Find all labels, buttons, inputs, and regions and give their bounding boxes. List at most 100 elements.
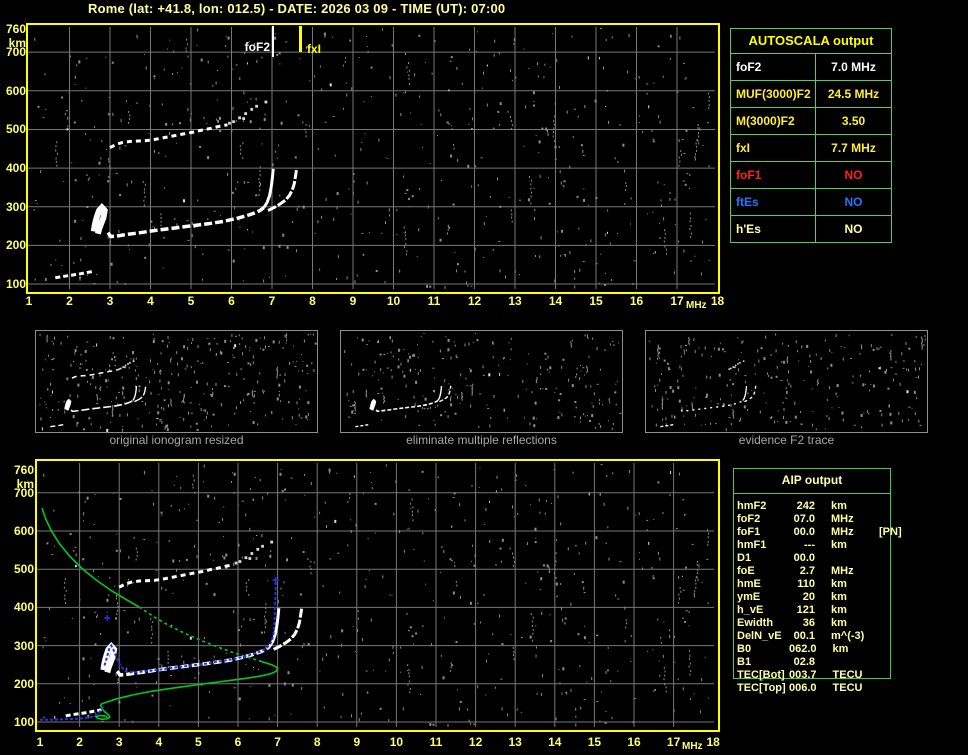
y-axis-unit-bottom: km [16, 477, 34, 491]
y-axis-tick-top: 500 [5, 122, 26, 137]
x-axis-tick-top: 2 [66, 294, 73, 308]
x-axis-tick-bottom: 6 [234, 735, 242, 749]
aip-value: 003.7 [789, 669, 817, 681]
aip-value: --- [804, 539, 815, 551]
autoscala-row-label: MUF(3000)F2 [731, 81, 816, 107]
x-axis-tick-top: 3 [106, 294, 114, 308]
aip-unit: TECU [832, 682, 863, 694]
aip-label: foE [737, 565, 755, 577]
y-axis-tick-bottom: 760 [13, 462, 34, 477]
x-axis-tick-bottom: 13 [508, 735, 522, 749]
aip-unit [831, 656, 877, 668]
thumbnail-eliminate-reflections [340, 330, 623, 433]
aip-label: ymE [737, 591, 761, 603]
x-axis-tick-top: 11 [427, 294, 441, 308]
x-axis-tick-bottom: 11 [429, 735, 443, 749]
aip-label: Ewidth [737, 617, 774, 629]
x-axis-tick-bottom: 18 [706, 735, 720, 749]
x-axis-tick-top: 9 [349, 294, 357, 308]
y-axis-unit-top: km [8, 36, 26, 50]
aip-label: foF2 [737, 513, 761, 525]
aip-table-header: AIP output [781, 473, 843, 487]
aip-label: DelN_vE [737, 630, 782, 642]
autoscala-row-label: ftEs [731, 189, 816, 215]
aip-row: hmF1 --- km [737, 539, 965, 551]
x-axis-tick-bottom: 2 [76, 735, 83, 749]
aip-row: Ewidth 36 km [737, 617, 965, 629]
x-axis-tick-top: 12 [467, 294, 482, 308]
aip-row: foF2 07.0 MHz [737, 513, 965, 525]
aip-value: 110 [797, 578, 815, 590]
autoscala-row-label: fxI [731, 135, 816, 161]
y-axis-tick-top: 100 [5, 277, 26, 291]
autoscala-row-value: 7.7 MHz [831, 141, 876, 155]
autoscala-table-header: AUTOSCALA output [748, 33, 874, 48]
autoscala-row: MUF(3000)F2 24.5 MHz [731, 80, 891, 107]
aip-row: hmF2 242 km [737, 500, 965, 512]
aip-label: B0 [737, 643, 752, 655]
autoscala-row: M(3000)F2 3.50 [731, 107, 891, 134]
x-axis-tick-bottom: 9 [353, 735, 361, 749]
x-axis-tick-bottom: 16 [627, 735, 641, 749]
autoscala-row-label: foF1 [731, 162, 816, 188]
autoscala-row-value: 3.50 [841, 114, 866, 128]
autoscala-row-value: NO [844, 168, 863, 182]
autoscala-row-value: 7.0 MHz [831, 60, 876, 74]
aip-value: 00.1 [793, 630, 815, 642]
autoscala-row: foF2 7.0 MHz [731, 53, 891, 80]
x-axis-tick-top: 8 [309, 294, 316, 308]
aip-unit: km [832, 643, 849, 655]
aip-row: h_vE 121 km [737, 604, 965, 616]
autoscala-row-label: foF2 [731, 54, 816, 80]
aip-value: 242 [796, 500, 815, 512]
fxi-marker-label: fxI [307, 42, 322, 56]
aip-unit: km [831, 500, 847, 512]
aip-value: 2.7 [799, 565, 815, 577]
aip-row: B1 02.8 [737, 656, 965, 668]
x-axis-tick-bottom: 8 [313, 735, 321, 749]
aip-label: B1 [737, 656, 752, 668]
aip-table-separator [733, 493, 890, 494]
x-axis-tick-bottom: 5 [195, 735, 202, 749]
x-axis-tick-top: 6 [228, 294, 235, 308]
aip-label: TEC[Top] [737, 682, 786, 694]
x-axis-tick-bottom: 3 [115, 735, 123, 749]
aip-row: foE 2.7 MHz [737, 565, 965, 577]
aip-value: 07.0 [793, 513, 815, 525]
autoscala-row-value: NO [844, 222, 863, 236]
aip-unit: km [831, 578, 847, 590]
aip-row: B0 062.0 km [737, 643, 965, 655]
aip-label: hmF1 [737, 539, 767, 551]
x-axis-tick-top: 13 [508, 294, 522, 308]
x-axis-tick-bottom: 14 [548, 735, 562, 749]
autoscala-row: foF1 NO [731, 161, 891, 188]
autoscala-window: Rome (lat: +41.8, lon: 012.5) - DATE: 20… [0, 0, 968, 755]
thumbnail-caption: evidence F2 trace [738, 433, 835, 447]
thumbnail-original-ionogram [35, 330, 318, 433]
aip-label: foF1 [737, 526, 761, 538]
y-axis-tick-bottom: 400 [13, 600, 34, 615]
y-axis-tick-top: 760 [5, 21, 26, 36]
x-axis-tick-top: 1 [25, 294, 33, 308]
y-axis-tick-bottom: 300 [13, 638, 34, 653]
aip-row: ymE 20 km [737, 591, 965, 603]
x-axis-tick-bottom: 12 [468, 735, 483, 749]
autoscala-row-value: 24.5 MHz [827, 87, 880, 101]
thumbnail-caption: original ionogram resized [109, 433, 244, 447]
aip-value: 02.8 [793, 656, 815, 668]
aip-unit [831, 552, 877, 564]
autoscala-row: h'Es NO [731, 215, 891, 242]
aip-value: 00.0 [793, 552, 815, 564]
aip-row: hmE 110 km [737, 578, 965, 590]
y-axis-tick-top: 300 [5, 199, 26, 214]
aip-unit: MHz [831, 526, 854, 538]
y-axis-tick-top: 600 [5, 83, 26, 98]
x-axis-tick-top: 5 [187, 294, 195, 308]
fof2-marker-line [272, 26, 274, 57]
x-axis-tick-top: 18 [710, 294, 725, 308]
y-axis-tick-bottom: 500 [13, 562, 34, 577]
aip-label: D1 [737, 552, 752, 564]
aip-unit: TECU [832, 669, 863, 681]
aip-unit: km [831, 604, 847, 616]
autoscala-row: ftEs NO [731, 188, 891, 215]
